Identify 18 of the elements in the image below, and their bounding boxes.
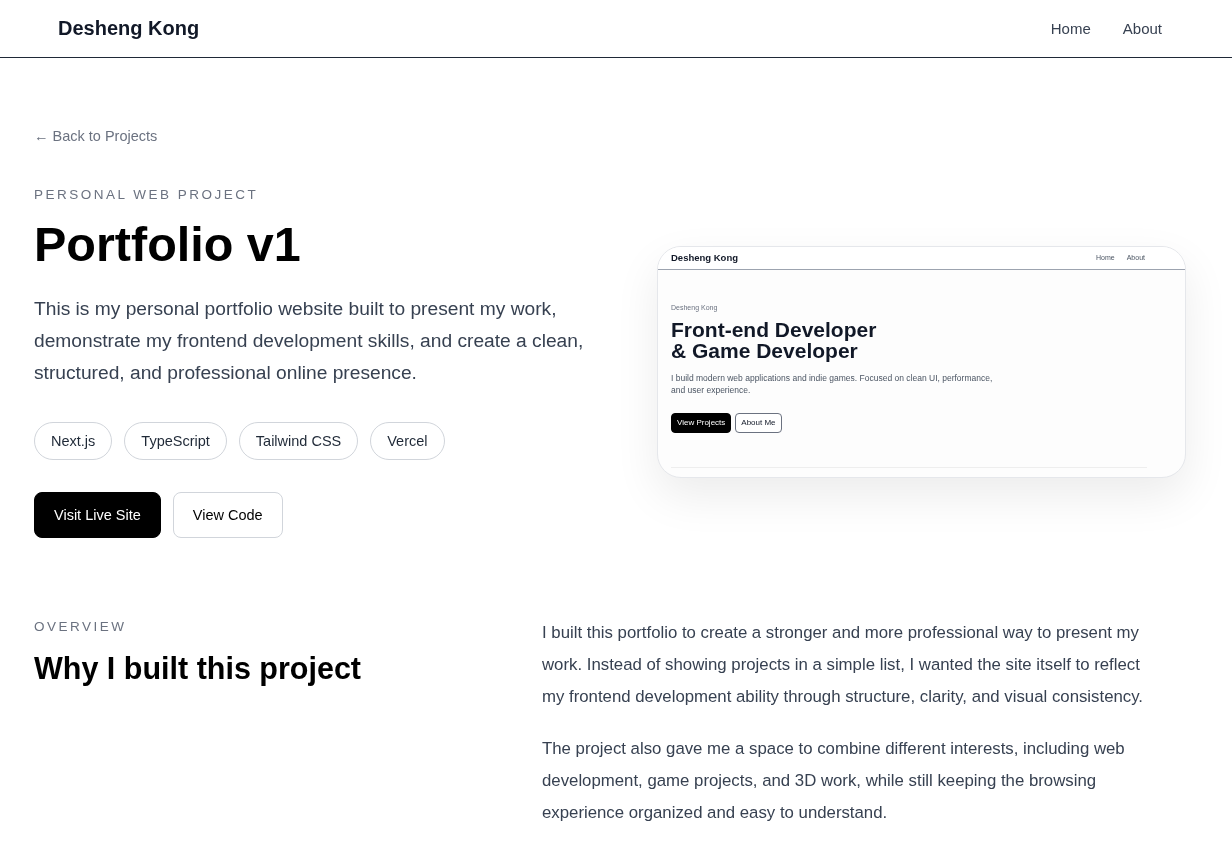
site-logo[interactable]: Desheng Kong xyxy=(58,17,200,40)
project-category: PERSONAL WEB PROJECT xyxy=(34,186,259,204)
preview-action-chip: About Me xyxy=(735,412,782,433)
back-link[interactable]: ← Back to Projects xyxy=(34,126,158,146)
project-description: This is my personal portfolio website built to present my work, demonstrate my frontend development skills, and create a clean, structured, and professional online presence. xyxy=(34,297,585,385)
section-heading: Why I built this project xyxy=(34,650,363,688)
overview-paragraph: I built this portfolio to create a stronger and more professional way to present my work. Instead of showing projects in a simple list, I wanted the site itself to reflect my frontend development ability through structure, clarity, and visual consistency. xyxy=(542,622,1144,708)
preview-action-chip: View Projects xyxy=(671,412,732,433)
preview-description: I build modern web applications and indie games. Focused on clean UI, performance, and user experience. xyxy=(671,371,994,396)
preview-logo: Desheng Kong xyxy=(671,252,739,263)
nav-link[interactable]: Home xyxy=(1050,18,1091,39)
preview-headline: Front-end Developer & Game Developer xyxy=(671,318,877,361)
live-site-button[interactable]: Visit Live Site xyxy=(34,492,161,538)
view-code-button[interactable]: View Code xyxy=(172,492,283,538)
overview-paragraph: The project also gave me a space to combine different interests, including web development, game projects, and 3D work, while still keeping the browsing experience organized and easy to understand. xyxy=(542,738,1126,824)
project-title: Portfolio v1 xyxy=(34,217,301,272)
nav-link[interactable]: About xyxy=(1122,18,1162,39)
section-label: OVERVIEW xyxy=(34,618,128,636)
